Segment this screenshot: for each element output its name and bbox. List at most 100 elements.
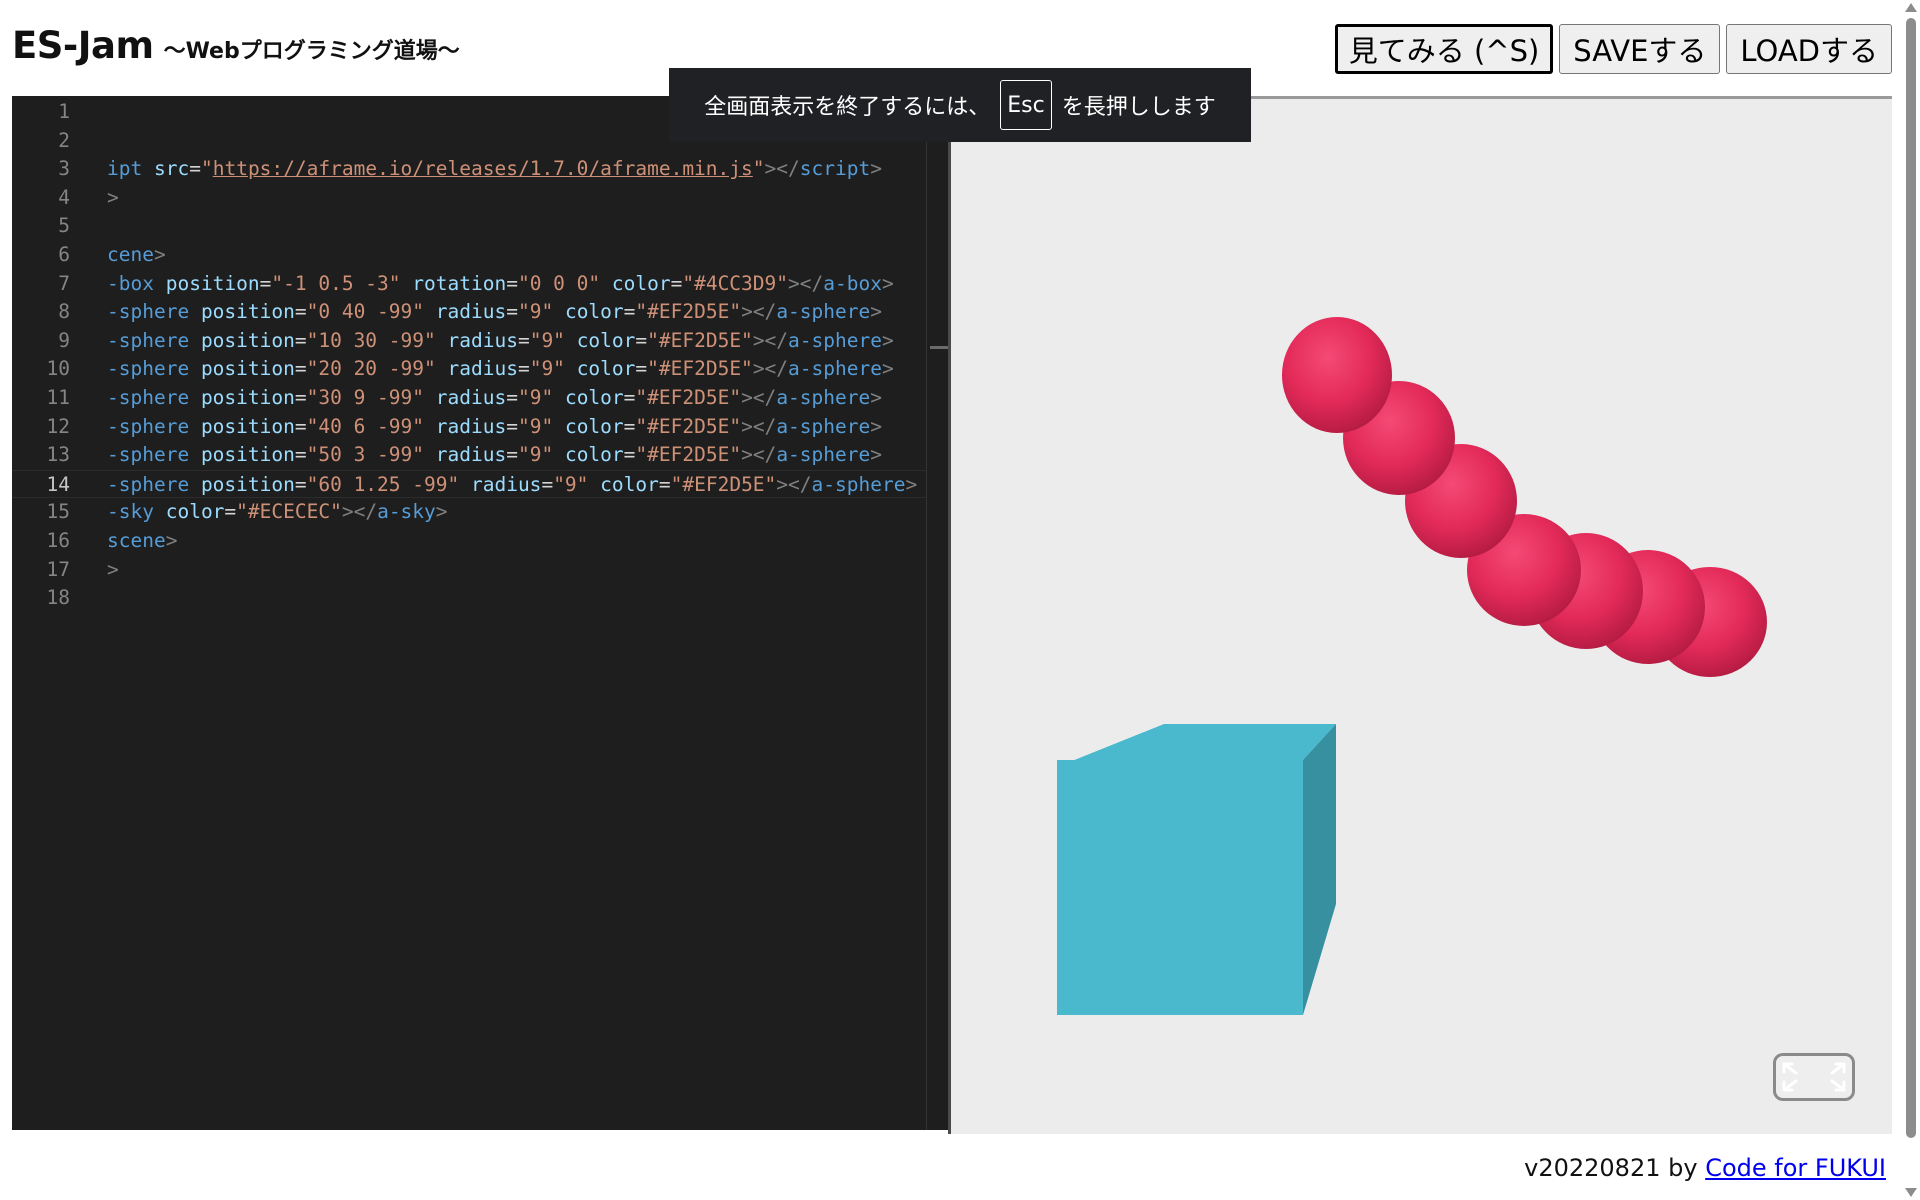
- code-token: =: [294, 472, 307, 496]
- code-token: ></: [741, 443, 777, 467]
- code-token: ></: [776, 472, 812, 496]
- code-token: color: [564, 300, 624, 324]
- box-front-face: [1057, 760, 1303, 1015]
- code-token: cene: [107, 243, 154, 266]
- code-line[interactable]: 13 -sphere position="50 3 -99" radius="9"…: [12, 441, 948, 470]
- code-token: radius: [435, 443, 507, 467]
- code-token: -sky: [107, 500, 154, 524]
- code-token: color: [564, 386, 624, 409]
- code-token: ></: [752, 357, 789, 381]
- notice-text-before: 全画面表示を終了するには、: [704, 95, 991, 120]
- code-line[interactable]: 8 -sphere position="0 40 -99" radius="9" …: [12, 298, 948, 327]
- code-token: position: [200, 357, 295, 381]
- code-token: position: [200, 386, 295, 409]
- code-token: >: [870, 300, 882, 324]
- code-token: position: [200, 472, 295, 496]
- code-line[interactable]: 11 -sphere position="30 9 -99" radius="9"…: [12, 384, 948, 413]
- code-token: https://aframe.io/releases/1.7.0/aframe.…: [212, 157, 753, 181]
- code-token: a-sky: [377, 500, 436, 524]
- code-line[interactable]: 17 >: [12, 556, 948, 585]
- code-line[interactable]: 10 -sphere position="20 20 -99" radius="9…: [12, 355, 948, 384]
- code-token: =: [506, 300, 518, 324]
- code-token: =: [623, 443, 636, 467]
- code-token: >: [905, 472, 918, 496]
- fullscreen-button[interactable]: [1773, 1053, 1855, 1101]
- code-token: position: [200, 443, 295, 467]
- code-token: -box: [107, 271, 154, 295]
- code-token: =: [635, 328, 648, 352]
- code-token: "9": [517, 414, 554, 438]
- code-token: position: [200, 414, 295, 438]
- line-number: 18: [46, 586, 70, 610]
- code-text: -sphere position="50 3 -99" radius="9" c…: [107, 441, 882, 470]
- scroll-up-arrow-icon[interactable]: [1905, 3, 1917, 12]
- code-line[interactable]: 5: [12, 212, 948, 241]
- code-token: -sphere: [107, 414, 190, 438]
- code-token: position: [200, 300, 295, 324]
- footer: v20220821 by Code for FUKUI: [1524, 1154, 1886, 1182]
- code-token: =: [506, 443, 518, 467]
- code-line[interactable]: 9 -sphere position="10 30 -99" radius="9"…: [12, 327, 948, 356]
- code-line[interactable]: 15 -sky color="#ECECEC"></a-sky>: [12, 498, 948, 527]
- code-token: "10 30 -99": [306, 328, 436, 352]
- save-button[interactable]: SAVEする: [1559, 24, 1721, 74]
- vr-preview[interactable]: [951, 96, 1892, 1134]
- code-for-fukui-link[interactable]: Code for FUKUI: [1705, 1154, 1886, 1182]
- code-line[interactable]: 7 -box position="-1 0.5 -3" rotation="0 0…: [12, 270, 948, 299]
- code-token: radius: [470, 472, 542, 496]
- code-editor[interactable]: 1 2 3 ipt src="https://aframe.io/releases/1…: [12, 96, 950, 1130]
- code-token: a-sphere: [776, 300, 871, 324]
- code-token: =: [294, 414, 307, 438]
- line-number: 6: [58, 243, 70, 266]
- code-token: ></: [752, 328, 789, 352]
- page-scrollbar[interactable]: [1901, 0, 1920, 1200]
- code-token: "9": [517, 443, 554, 467]
- preview-button[interactable]: 見てみる (^S): [1334, 24, 1554, 74]
- code-token: "#EF2D5E": [670, 472, 777, 496]
- code-line[interactable]: 12 -sphere position="40 6 -99" radius="9"…: [12, 413, 948, 442]
- code-line[interactable]: 14 -sphere position="60 1.25 -99" radius=…: [12, 469, 948, 499]
- code-token: ipt: [107, 157, 143, 181]
- scroll-thumb[interactable]: [1906, 18, 1916, 1138]
- code-line[interactable]: 16 scene>: [12, 527, 948, 556]
- code-token: "9": [517, 386, 554, 409]
- line-number: 15: [46, 500, 70, 524]
- code-line[interactable]: 6 cene>: [12, 241, 948, 270]
- line-number: 13: [46, 443, 70, 467]
- code-token: "#EF2D5E": [635, 414, 742, 438]
- line-number: 7: [58, 271, 70, 295]
- code-line[interactable]: 4 >: [12, 184, 948, 213]
- code-token: scene: [107, 529, 166, 552]
- code-token: "#EF2D5E": [635, 300, 742, 324]
- code-token: =: [541, 472, 554, 496]
- code-token: >: [107, 185, 119, 209]
- code-line[interactable]: 3 ipt src="https://aframe.io/releases/1.7…: [12, 155, 948, 184]
- code-token: ></: [741, 386, 777, 409]
- code-token: =: [294, 328, 307, 352]
- code-token: -sphere: [107, 357, 190, 381]
- line-number: 2: [58, 128, 70, 152]
- load-button[interactable]: LOADする: [1726, 24, 1892, 74]
- code-token: >: [870, 386, 882, 409]
- code-token: "-1 0.5 -3": [271, 271, 401, 295]
- code-text: -sky color="#ECECEC"></a-sky>: [107, 498, 448, 527]
- code-token: "#ECECEC": [236, 500, 342, 524]
- scroll-down-arrow-icon[interactable]: [1905, 1188, 1917, 1197]
- code-token: a-sphere: [788, 357, 882, 381]
- editor-scrollbar[interactable]: [926, 96, 949, 1130]
- code-token: =: [224, 500, 237, 524]
- code-token: >: [870, 157, 882, 181]
- code-token: -sphere: [107, 472, 190, 496]
- code-token: "#EF2D5E": [647, 357, 753, 381]
- code-token: >: [435, 500, 448, 524]
- code-line[interactable]: 18: [12, 584, 948, 613]
- code-token: >: [881, 357, 894, 381]
- code-token: >: [153, 243, 166, 266]
- expand-arrows-icon: [1782, 1062, 1846, 1092]
